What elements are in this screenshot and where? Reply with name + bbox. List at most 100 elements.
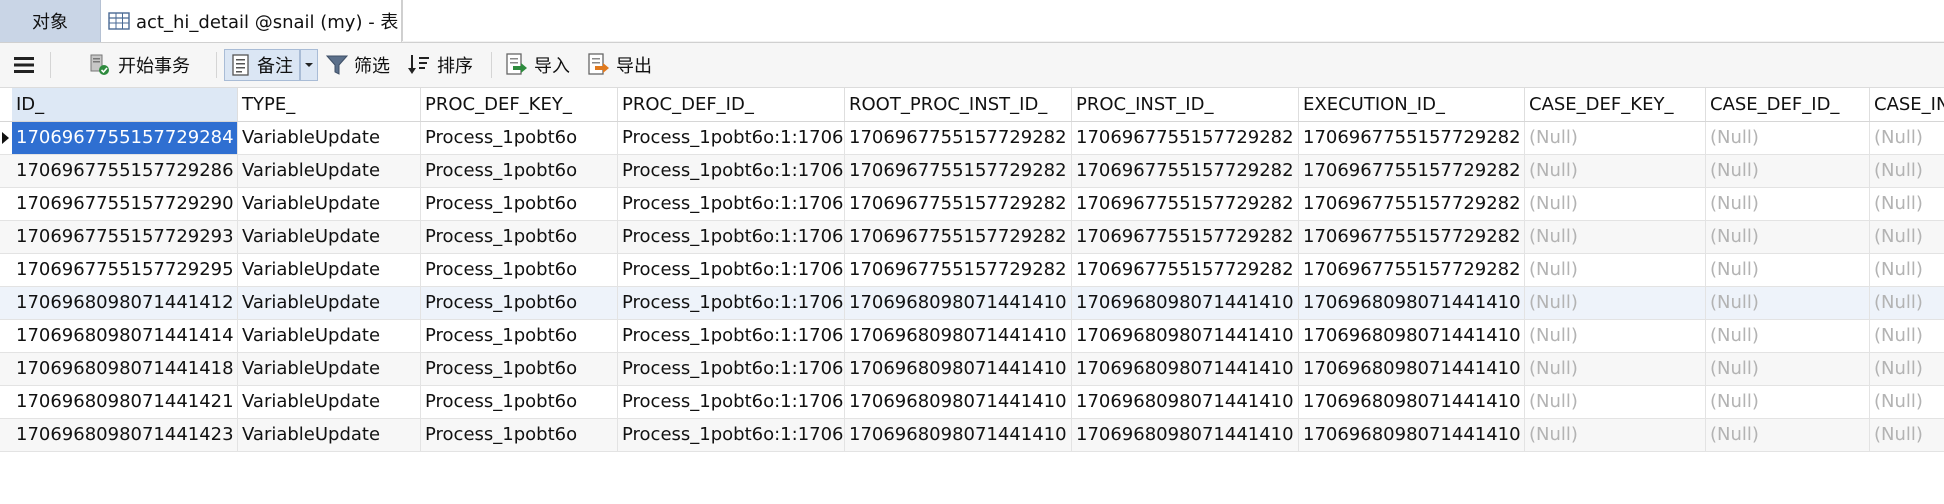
table-cell-proc-def-id[interactable]: Process_1pobt6o:1:17069 — [618, 188, 845, 220]
table-cell-id[interactable]: 1706968098071441418 — [12, 353, 238, 385]
table-cell-proc-def-id[interactable]: Process_1pobt6o:1:17069 — [618, 221, 845, 253]
table-row[interactable]: 1706968098071441412 VariableUpdate Process… — [0, 287, 1944, 320]
table-cell-proc-def-key[interactable]: Process_1pobt6o — [421, 386, 618, 418]
table-cell-proc-inst-id[interactable]: 1706968098071441410 — [1072, 386, 1299, 418]
table-cell-execution-id[interactable]: 1706967755157729282 — [1299, 122, 1525, 154]
table-cell-case-inst-id[interactable]: (Null) — [1870, 287, 1944, 319]
table-cell-proc-inst-id[interactable]: 1706967755157729282 — [1072, 155, 1299, 187]
table-cell-proc-def-id[interactable]: Process_1pobt6o:1:17069 — [618, 155, 845, 187]
menu-button[interactable] — [12, 49, 36, 81]
table-cell-id[interactable]: 1706968098071441412 — [12, 287, 238, 319]
table-cell-proc-inst-id[interactable]: 1706968098071441410 — [1072, 287, 1299, 319]
table-cell-proc-def-id[interactable]: Process_1pobt6o:1:17069 — [618, 122, 845, 154]
table-cell-id[interactable]: 1706967755157729290 — [12, 188, 238, 220]
table-cell-execution-id[interactable]: 1706967755157729282 — [1299, 221, 1525, 253]
table-row[interactable]: 1706968098071441421 VariableUpdate Process… — [0, 386, 1944, 419]
table-cell-case-def-key[interactable]: (Null) — [1525, 188, 1706, 220]
table-row[interactable]: 1706968098071441414 VariableUpdate Process… — [0, 320, 1944, 353]
table-cell-type[interactable]: VariableUpdate — [238, 188, 421, 220]
table-row[interactable]: 1706967755157729293 VariableUpdate Process… — [0, 221, 1944, 254]
table-cell-proc-def-id[interactable]: Process_1pobt6o:1:17069 — [618, 386, 845, 418]
table-cell-case-inst-id[interactable]: (Null) — [1870, 122, 1944, 154]
table-cell-case-def-id[interactable]: (Null) — [1706, 254, 1870, 286]
table-cell-root-proc-inst-id[interactable]: 1706968098071441410 — [845, 386, 1072, 418]
column-header-type[interactable]: TYPE_ — [238, 88, 421, 121]
table-cell-proc-def-key[interactable]: Process_1pobt6o — [421, 353, 618, 385]
table-cell-execution-id[interactable]: 1706967755157729282 — [1299, 155, 1525, 187]
table-cell-execution-id[interactable]: 1706968098071441410 — [1299, 287, 1525, 319]
table-cell-case-def-key[interactable]: (Null) — [1525, 254, 1706, 286]
table-cell-proc-def-key[interactable]: Process_1pobt6o — [421, 155, 618, 187]
table-cell-type[interactable]: VariableUpdate — [238, 320, 421, 352]
column-header-case-def-id[interactable]: CASE_DEF_ID_ — [1706, 88, 1870, 121]
table-cell-case-inst-id[interactable]: (Null) — [1870, 221, 1944, 253]
table-cell-root-proc-inst-id[interactable]: 1706967755157729282 — [845, 254, 1072, 286]
column-header-id[interactable]: ID_ — [12, 88, 238, 121]
table-cell-execution-id[interactable]: 1706968098071441410 — [1299, 386, 1525, 418]
table-cell-type[interactable]: VariableUpdate — [238, 155, 421, 187]
table-cell-root-proc-inst-id[interactable]: 1706967755157729282 — [845, 155, 1072, 187]
table-cell-root-proc-inst-id[interactable]: 1706968098071441410 — [845, 419, 1072, 451]
filter-button[interactable]: 筛选 — [326, 49, 390, 81]
table-cell-execution-id[interactable]: 1706968098071441410 — [1299, 419, 1525, 451]
table-cell-case-inst-id[interactable]: (Null) — [1870, 188, 1944, 220]
table-row[interactable]: 1706967755157729284 VariableUpdate Process… — [0, 122, 1944, 155]
table-cell-id[interactable]: 1706968098071441414 — [12, 320, 238, 352]
column-header-root-proc-inst-id[interactable]: ROOT_PROC_INST_ID_ — [845, 88, 1072, 121]
table-cell-id[interactable]: 1706967755157729295 — [12, 254, 238, 286]
table-cell-case-def-id[interactable]: (Null) — [1706, 386, 1870, 418]
table-cell-case-inst-id[interactable]: (Null) — [1870, 155, 1944, 187]
table-cell-case-inst-id[interactable]: (Null) — [1870, 254, 1944, 286]
table-cell-proc-inst-id[interactable]: 1706967755157729282 — [1072, 122, 1299, 154]
table-cell-execution-id[interactable]: 1706967755157729282 — [1299, 188, 1525, 220]
table-cell-case-def-key[interactable]: (Null) — [1525, 122, 1706, 154]
table-row[interactable]: 1706968098071441423 VariableUpdate Process… — [0, 419, 1944, 452]
table-cell-proc-inst-id[interactable]: 1706968098071441410 — [1072, 419, 1299, 451]
table-cell-proc-def-key[interactable]: Process_1pobt6o — [421, 287, 618, 319]
table-cell-case-def-id[interactable]: (Null) — [1706, 419, 1870, 451]
table-cell-case-def-key[interactable]: (Null) — [1525, 287, 1706, 319]
table-cell-root-proc-inst-id[interactable]: 1706967755157729282 — [845, 188, 1072, 220]
table-cell-type[interactable]: VariableUpdate — [238, 353, 421, 385]
table-cell-proc-def-key[interactable]: Process_1pobt6o — [421, 188, 618, 220]
table-cell-type[interactable]: VariableUpdate — [238, 221, 421, 253]
table-cell-execution-id[interactable]: 1706968098071441410 — [1299, 353, 1525, 385]
tab-objects[interactable]: 对象 — [0, 0, 101, 42]
table-cell-proc-def-key[interactable]: Process_1pobt6o — [421, 221, 618, 253]
table-cell-id[interactable]: 1706967755157729293 — [12, 221, 238, 253]
table-cell-case-def-id[interactable]: (Null) — [1706, 155, 1870, 187]
table-cell-proc-inst-id[interactable]: 1706967755157729282 — [1072, 188, 1299, 220]
column-header-proc-def-key[interactable]: PROC_DEF_KEY_ — [421, 88, 618, 121]
begin-transaction-button[interactable]: 开始事务 — [88, 49, 190, 81]
table-cell-root-proc-inst-id[interactable]: 1706968098071441410 — [845, 320, 1072, 352]
table-cell-type[interactable]: VariableUpdate — [238, 122, 421, 154]
table-cell-proc-def-key[interactable]: Process_1pobt6o — [421, 254, 618, 286]
table-cell-case-inst-id[interactable]: (Null) — [1870, 386, 1944, 418]
column-header-case-inst-id[interactable]: CASE_IN — [1870, 88, 1944, 121]
table-cell-id[interactable]: 1706967755157729286 — [12, 155, 238, 187]
table-cell-proc-def-key[interactable]: Process_1pobt6o — [421, 122, 618, 154]
table-cell-case-def-id[interactable]: (Null) — [1706, 353, 1870, 385]
note-dropdown-button[interactable] — [300, 49, 318, 81]
table-cell-proc-inst-id[interactable]: 1706967755157729282 — [1072, 254, 1299, 286]
table-cell-execution-id[interactable]: 1706967755157729282 — [1299, 254, 1525, 286]
table-cell-proc-def-id[interactable]: Process_1pobt6o:1:17069 — [618, 353, 845, 385]
note-button[interactable]: 备注 — [224, 49, 300, 81]
table-cell-case-inst-id[interactable]: (Null) — [1870, 320, 1944, 352]
table-cell-proc-def-id[interactable]: Process_1pobt6o:1:17069 — [618, 320, 845, 352]
table-cell-case-def-id[interactable]: (Null) — [1706, 188, 1870, 220]
table-cell-case-def-key[interactable]: (Null) — [1525, 221, 1706, 253]
tab-act-hi-detail[interactable]: act_hi_detail @snail (my) - 表 — [101, 0, 402, 42]
table-cell-execution-id[interactable]: 1706968098071441410 — [1299, 320, 1525, 352]
table-cell-case-def-id[interactable]: (Null) — [1706, 221, 1870, 253]
column-header-proc-def-id[interactable]: PROC_DEF_ID_ — [618, 88, 845, 121]
column-header-case-def-key[interactable]: CASE_DEF_KEY_ — [1525, 88, 1706, 121]
table-row[interactable]: 1706968098071441418 VariableUpdate Process… — [0, 353, 1944, 386]
table-cell-case-def-id[interactable]: (Null) — [1706, 122, 1870, 154]
table-cell-root-proc-inst-id[interactable]: 1706968098071441410 — [845, 353, 1072, 385]
table-cell-proc-def-id[interactable]: Process_1pobt6o:1:17069 — [618, 287, 845, 319]
table-cell-case-def-id[interactable]: (Null) — [1706, 287, 1870, 319]
table-cell-proc-inst-id[interactable]: 1706968098071441410 — [1072, 320, 1299, 352]
table-cell-type[interactable]: VariableUpdate — [238, 419, 421, 451]
table-row[interactable]: 1706967755157729290 VariableUpdate Process… — [0, 188, 1944, 221]
